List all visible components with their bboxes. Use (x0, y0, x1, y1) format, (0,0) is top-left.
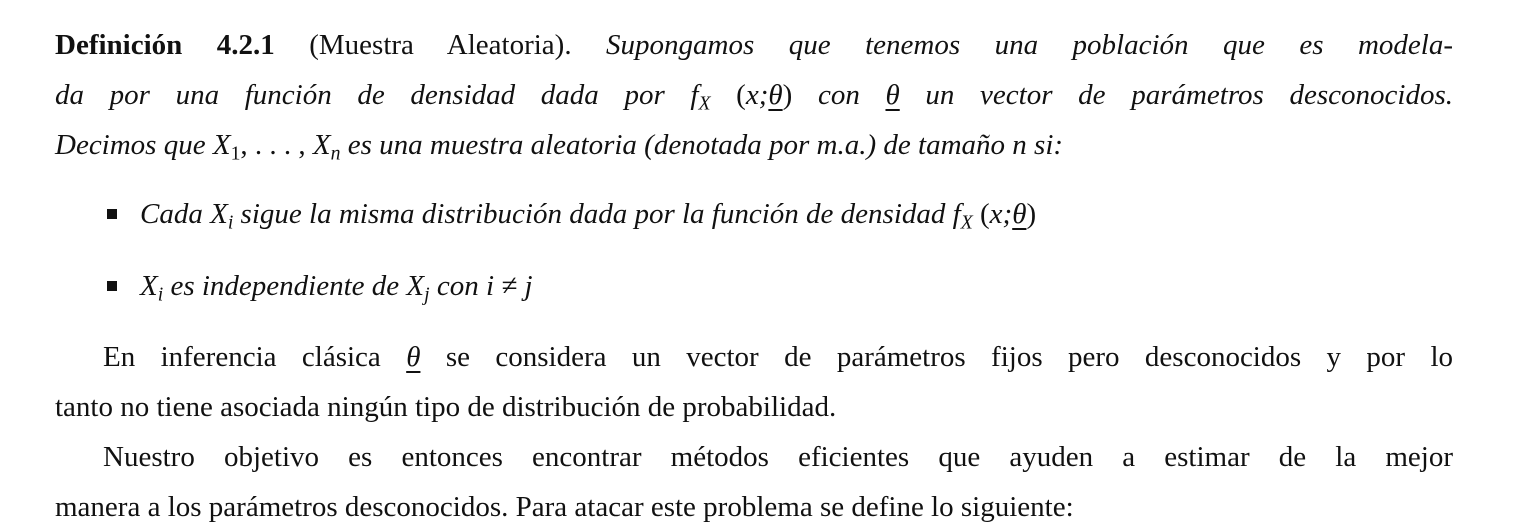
definition-text-2a: da por una función de densidad dada por (55, 79, 665, 111)
i-neq-j: i ≠ j (485, 270, 533, 302)
definition-text-3a: Decimos que (55, 129, 206, 161)
paragraph-2-text-b: manera a los parámetros desconocidos. Pa… (55, 491, 1074, 523)
theta-symbol: θ (406, 341, 421, 373)
bullet-2-text-a: es independiente de (170, 270, 400, 302)
list-item: Xi es independiente de Xj con i ≠ j (55, 250, 1453, 322)
sample-size-n: n (1012, 129, 1027, 161)
paragraph-2-line-2: manera a los parámetros desconocidos. Pa… (55, 482, 1453, 532)
density-function: fX (x;θ) (690, 79, 793, 115)
definition-line-3: Decimos que X1, . . . , Xn es una muestr… (55, 120, 1453, 170)
definition-text-3c: si: (1034, 129, 1064, 161)
bullet-square-icon (107, 281, 117, 291)
definition-name: (Muestra Aleatoria). (309, 29, 572, 61)
bullet-1-text-a: Cada (140, 198, 203, 230)
x-i-symbol: Xi (140, 270, 164, 306)
x-j-symbol: Xj (406, 270, 430, 306)
density-function: fX (x;θ) (952, 198, 1037, 234)
definition-line-2: da por una función de densidad dada por … (55, 70, 1453, 120)
list-item: Cada Xi sigue la misma distribución dada… (55, 178, 1453, 250)
bullet-1-text-b: sigue la misma distribución dada por la … (240, 198, 946, 230)
sample-sequence: X1, . . . , Xn (212, 129, 341, 165)
bullet-square-icon (107, 209, 117, 219)
paragraph-1-line-1: En inferencia clásica θ se considera un … (55, 332, 1453, 382)
definition-text-2b: con (817, 79, 860, 111)
definition-label: Definición 4.2.1 (55, 29, 275, 61)
definition-text-2c: un vector de parámetros desconocidos. (925, 79, 1453, 111)
paragraph-1-line-2: tanto no tiene asociada ningún tipo de d… (55, 382, 1453, 432)
page-content: Definición 4.2.1 (Muestra Aleatoria). Su… (55, 20, 1453, 532)
paragraph-1-text-a: En inferencia clásica (103, 341, 381, 373)
paragraph-1-text-c: tanto no tiene asociada ningún tipo de d… (55, 391, 837, 423)
definition-text-1: Supongamos que tenemos una población que… (606, 29, 1453, 61)
paragraph-1-text-b: se considera un vector de parámetros fij… (445, 341, 1453, 373)
definition-text-3b: es una muestra aleatoria (denotada por m… (347, 129, 1006, 161)
paragraph-2-text-a: Nuestro objetivo es entonces encontrar m… (103, 441, 1453, 473)
x-i-symbol: Xi (210, 198, 234, 234)
paragraph-2-line-1: Nuestro objetivo es entonces encontrar m… (55, 432, 1453, 482)
definition-line-1: Definición 4.2.1 (Muestra Aleatoria). Su… (55, 20, 1453, 70)
theta-symbol: θ (885, 79, 900, 111)
bullet-2-text-b: con (436, 270, 479, 302)
